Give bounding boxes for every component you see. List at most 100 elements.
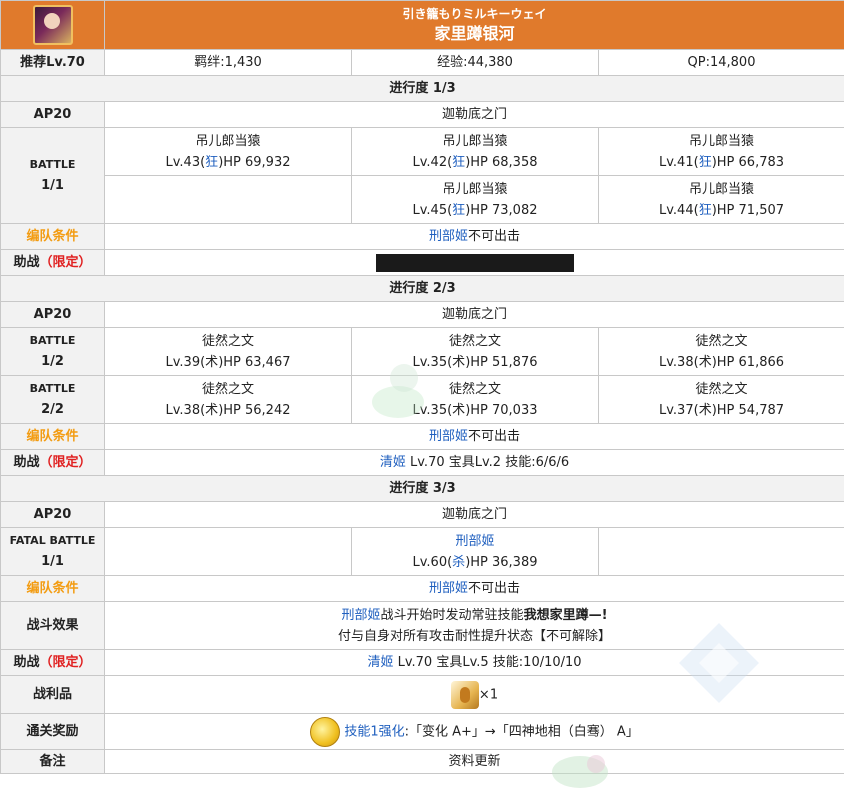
reward-label: 通关奖励: [0, 713, 105, 750]
battle-label: BATTLE: [29, 158, 76, 171]
enemy-cell: 徒然之文 Lv.38(术)HP 56,242: [104, 375, 352, 424]
summary-row: 推荐Lv.70 羁绊:1,430 经验:44,380 QP:14,800: [0, 49, 844, 76]
enemy-class-link[interactable]: 狂: [699, 155, 712, 170]
enemy-stats: Lv.39(术)HP 63,467: [165, 354, 291, 370]
boss-name-link[interactable]: 刑部姬: [352, 531, 598, 552]
material-item-icon[interactable]: [450, 680, 479, 709]
support-row: 助战（限定）: [0, 249, 844, 276]
skill-upgrade-link[interactable]: 技能1强化: [344, 724, 404, 739]
quest-title: 家里蹲银河: [434, 24, 515, 43]
enemy-cell-empty: [104, 175, 352, 224]
enemy-stats: Lv.42(狂)HP 68,358: [412, 154, 538, 170]
battle-label: BATTLE: [29, 334, 76, 347]
enemy-class-link[interactable]: 狂: [699, 203, 712, 218]
support-cell: [103, 249, 844, 276]
battle-label-cell: BATTLE 2/2: [0, 375, 105, 424]
support-label: 助战（限定）: [0, 449, 105, 476]
servant-link[interactable]: 刑部姬: [342, 608, 381, 623]
enemy-stats: Lv.35(术)HP 51,876: [412, 354, 538, 370]
battle-row: BATTLE 1/1 吊儿郎当猿 Lv.43(狂)HP 69,932 吊儿郎当猿…: [0, 127, 844, 224]
battle-effect-row: 战斗效果 刑部姬战斗开始时发动常驻技能我想家里蹲—! 付与自身对所有攻击耐性提升…: [0, 601, 844, 650]
support-row: 助战（限定） 清姬 Lv.70 宝具Lv.2 技能:6/6/6: [0, 449, 844, 476]
support-row: 助战（限定） 清姬 Lv.70 宝具Lv.5 技能:10/10/10: [0, 649, 844, 676]
progress-row-3: 进行度 3/3: [0, 475, 844, 502]
team-condition-row: 编队条件 刑部姬不可出击: [0, 423, 844, 450]
ap-row-2: AP20 迦勒底之门: [0, 301, 844, 328]
enemy-cell: 吊儿郎当猿 Lv.45(狂)HP 73,082: [351, 175, 599, 224]
servant-link[interactable]: 刑部姬: [429, 429, 468, 444]
progress-label: 进行度 3/3: [0, 475, 844, 502]
ap-cost: AP20: [0, 301, 105, 328]
team-condition-label: 编队条件: [0, 423, 105, 450]
team-condition: 刑部姬不可出击: [103, 223, 844, 250]
enemy-class: 术: [205, 354, 219, 370]
enemy-class: 术: [452, 354, 466, 370]
loot-row: 战利品 ×1: [0, 675, 844, 714]
battle-row: FATAL BATTLE 1/1 刑部姬 Lv.60(杀)HP 36,389: [0, 527, 844, 576]
battle-number: 1/2: [41, 354, 64, 369]
ap-row-3: AP20 迦勒底之门: [0, 501, 844, 528]
enemy-stats: Lv.45(狂)HP 73,082: [412, 202, 538, 218]
battle-label-cell: FATAL BATTLE 1/1: [0, 527, 105, 576]
servant-link[interactable]: 刑部姬: [429, 229, 468, 244]
servant-link[interactable]: 刑部姬: [429, 581, 468, 596]
enemy-class: 术: [205, 402, 219, 418]
enemy-class-link[interactable]: 杀: [452, 555, 465, 570]
battle-row: BATTLE 2/2 徒然之文 Lv.38(术)HP 56,242 徒然之文 L…: [0, 375, 844, 424]
servant-portrait-icon: [32, 5, 73, 45]
enemy-class-link[interactable]: 狂: [452, 155, 465, 170]
enemy-stats: Lv.35(术)HP 70,033: [412, 402, 538, 418]
battle-effect-label: 战斗效果: [0, 601, 105, 650]
enemy-class: 术: [698, 354, 712, 370]
enemy-cell: 吊儿郎当猿 Lv.41(狂)HP 66,783: [597, 127, 844, 176]
recommended-level: 推荐Lv.70: [0, 49, 105, 76]
progress-row-1: 进行度 1/3: [0, 75, 844, 102]
team-condition-row: 编队条件 刑部姬不可出击: [0, 575, 844, 602]
team-condition-row: 编队条件 刑部姬不可出击: [0, 223, 844, 250]
support-servant-link[interactable]: 清姬: [380, 455, 406, 470]
enemy-stats: Lv.38(术)HP 56,242: [165, 402, 291, 418]
effect-line-2: 付与自身对所有攻击耐性提升状态【不可解除】: [338, 628, 612, 644]
enemy-class: 术: [698, 402, 712, 418]
quest-subtitle: 引き籠もりミルキーウェイ: [402, 7, 547, 21]
enemy-name: 吊儿郎当猿: [689, 181, 755, 197]
battle-effect: 刑部姬战斗开始时发动常驻技能我想家里蹲—! 付与自身对所有攻击耐性提升状态【不可…: [103, 601, 844, 650]
battle-row: BATTLE 1/2 徒然之文 Lv.39(术)HP 63,467 徒然之文 L…: [0, 327, 844, 376]
enemy-cell: 吊儿郎当猿 Lv.42(狂)HP 68,358: [351, 127, 599, 176]
team-condition: 刑部姬不可出击: [103, 575, 844, 602]
location: 迦勒底之门: [103, 301, 844, 328]
quest-header: 引き籠もりミルキーウェイ 家里蹲银河: [0, 0, 844, 50]
location: 迦勒底之门: [103, 101, 844, 128]
battle-label: FATAL BATTLE: [9, 534, 96, 547]
enemy-stats: Lv.44(狂)HP 71,507: [659, 202, 785, 218]
battle-label-cell: BATTLE 1/2: [0, 327, 105, 376]
enemy-cell: 徒然之文 Lv.38(术)HP 61,866: [597, 327, 844, 376]
enemy-stats: Lv.38(术)HP 61,866: [659, 354, 785, 370]
location: 迦勒底之门: [103, 501, 844, 528]
enemy-name: 徒然之文: [448, 381, 501, 397]
enemy-cell: 吊儿郎当猿 Lv.43(狂)HP 69,932: [104, 127, 352, 176]
exp-value: 经验:44,380: [351, 49, 599, 76]
quest-title-cell: 引き籠もりミルキーウェイ 家里蹲银河: [103, 0, 844, 50]
note-row: 备注 资料更新: [0, 749, 844, 774]
quest-table: 引き籠もりミルキーウェイ 家里蹲银河 推荐Lv.70 羁绊:1,430 经验:4…: [0, 0, 844, 774]
enemy-class: 术: [452, 402, 466, 418]
enemy-name: 徒然之文: [201, 381, 254, 397]
enemy-stats: Lv.41(狂)HP 66,783: [659, 154, 785, 170]
progress-label: 进行度 1/3: [0, 75, 844, 102]
gold-coin-icon[interactable]: [310, 716, 341, 747]
loot-cell: ×1: [103, 675, 844, 714]
enemy-class-link[interactable]: 狂: [205, 155, 218, 170]
enemy-class-link[interactable]: 狂: [452, 203, 465, 218]
ap-cost: AP20: [0, 101, 105, 128]
progress-label: 进行度 2/3: [0, 275, 844, 302]
support-servant-link[interactable]: 清姬: [367, 655, 393, 670]
enemy-name: 徒然之文: [448, 333, 501, 349]
enemy-stats: Lv.43(狂)HP 69,932: [165, 154, 291, 170]
reward-text: :「变化 A+」→「四神地相（白骞） A」: [404, 724, 639, 739]
support-cell: 清姬 Lv.70 宝具Lv.5 技能:10/10/10: [103, 649, 844, 676]
enemy-stats: Lv.60(杀)HP 36,389: [412, 554, 538, 570]
enemy-cell-empty: [104, 527, 352, 576]
enemy-name: 吊儿郎当猿: [689, 133, 755, 149]
enemy-name: 徒然之文: [201, 333, 254, 349]
